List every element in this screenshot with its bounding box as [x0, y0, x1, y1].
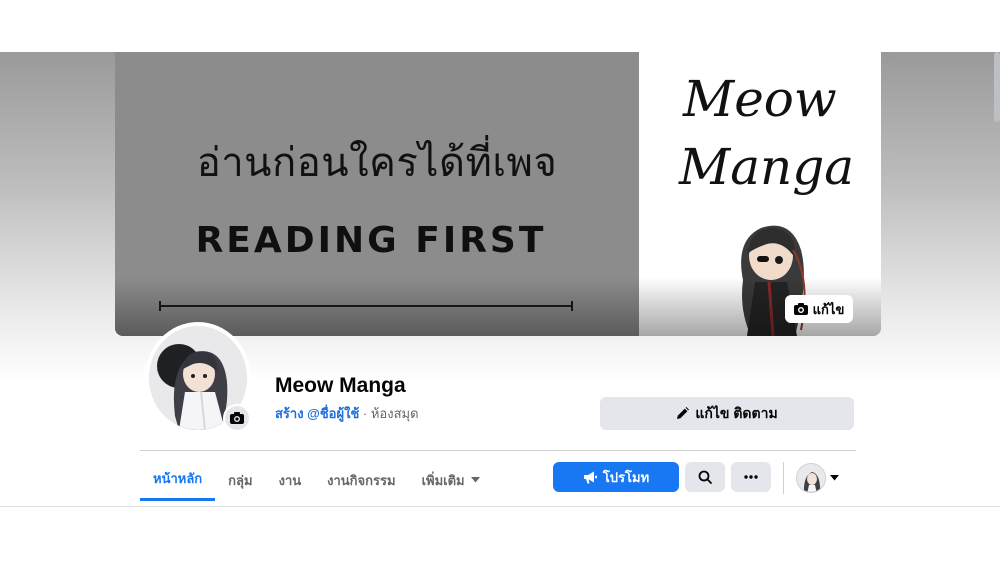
mini-avatar-illustration [797, 464, 825, 492]
edit-cover-label: แก้ไข [812, 301, 845, 317]
search-icon [698, 470, 712, 484]
search-button[interactable] [685, 462, 725, 492]
cover-brand-line1: Meow [683, 70, 837, 128]
camera-icon [793, 303, 808, 315]
tab-more[interactable]: เพิ่มเติม [409, 459, 493, 501]
promote-button[interactable]: โปรโมท [553, 462, 679, 492]
promote-label: โปรโมท [602, 469, 650, 485]
cover-english-text: READING FIRST [195, 220, 547, 261]
tab-label: หน้าหลัก [153, 471, 203, 486]
tab-label: งาน [278, 472, 302, 488]
tab-events[interactable]: งานกิจกรรม [314, 459, 408, 501]
page-subline: สร้าง @ชื่อผู้ใช้ · ห้องสมุด [275, 403, 419, 424]
account-switcher[interactable] [796, 462, 846, 494]
update-avatar-button[interactable] [223, 404, 251, 432]
tab-jobs[interactable]: งาน [266, 459, 315, 501]
cover-brand-line2: Manga [679, 138, 855, 196]
pencil-icon [677, 407, 690, 419]
profile-divider [140, 450, 856, 451]
edit-follow-label: แก้ไข ติดตาม [695, 404, 778, 421]
megaphone-icon [583, 471, 597, 483]
caret-down-icon [830, 475, 839, 481]
tab-label: กลุ่ม [228, 472, 253, 488]
profile-section: Meow Manga สร้าง @ชื่อผู้ใช้ · ห้องสมุด … [0, 322, 1000, 506]
subline-separator: · [359, 406, 371, 421]
tab-home[interactable]: หน้าหลัก [140, 459, 216, 501]
create-username-link[interactable]: สร้าง @ชื่อผู้ใช้ [275, 406, 359, 421]
edit-cover-button[interactable]: แก้ไข [785, 295, 853, 323]
edit-follow-button[interactable]: แก้ไข ติดตาม [600, 397, 854, 430]
scrollbar[interactable] [994, 52, 1000, 122]
camera-icon [230, 412, 244, 424]
page-title: Meow Manga [275, 374, 406, 397]
more-options-button[interactable] [731, 462, 771, 492]
tab-label: งานกิจกรรม [327, 472, 396, 488]
page-tabs: หน้าหลัก กลุ่ม งาน งานกิจกรรม เพิ่มเติม [140, 459, 493, 503]
tab-groups[interactable]: กลุ่ม [215, 459, 265, 501]
mini-avatar [796, 463, 826, 493]
cover-thai-text: อ่านก่อนใครได้ที่เพจ [196, 140, 558, 186]
screenshot-stage: อ่านก่อนใครได้ที่เพจ READING FIRST Meow … [0, 0, 1000, 563]
page-category: ห้องสมุด [370, 406, 419, 421]
tab-label: เพิ่มเติม [421, 472, 465, 488]
more-icon [744, 475, 758, 479]
caret-down-icon [470, 477, 480, 483]
action-separator [783, 462, 784, 494]
facebook-page-header: อ่านก่อนใครได้ที่เพจ READING FIRST Meow … [0, 52, 1000, 507]
cover-photo[interactable]: อ่านก่อนใครได้ที่เพจ READING FIRST Meow … [115, 52, 881, 336]
